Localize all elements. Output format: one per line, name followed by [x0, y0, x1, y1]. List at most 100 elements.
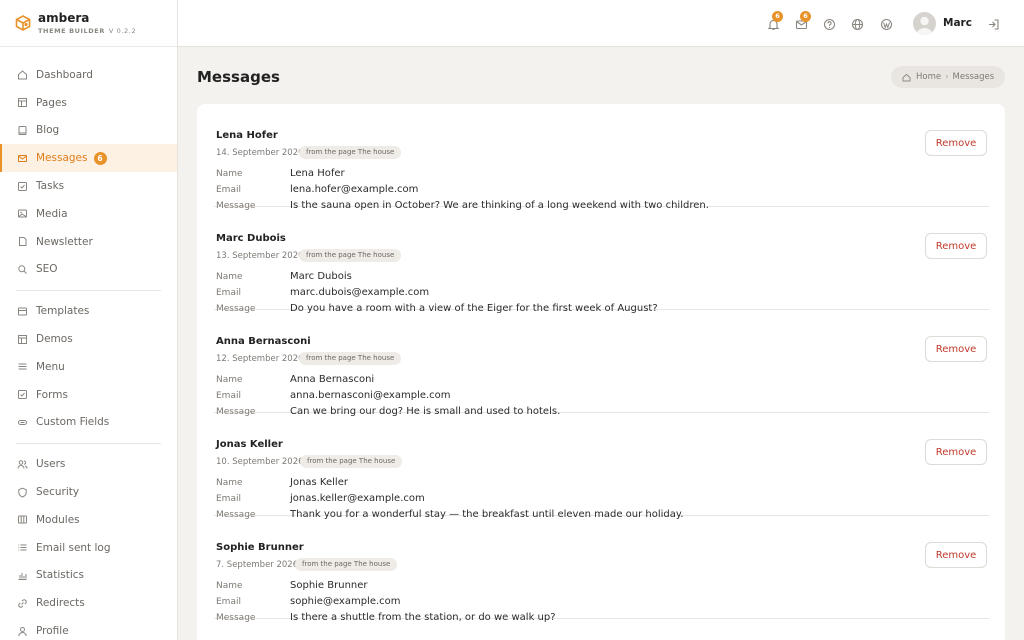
- sidebar-item-label: Profile: [36, 625, 69, 638]
- sidebar-divider: [16, 290, 161, 292]
- email-label: Email: [216, 494, 241, 504]
- breadcrumb-current: Messages: [952, 72, 995, 82]
- globe-icon: [851, 18, 864, 31]
- breadcrumb-home[interactable]: Home: [916, 72, 941, 82]
- page-title: Messages: [197, 68, 280, 86]
- email-label: Email: [216, 391, 241, 401]
- sidebar-item-label: Redirects: [36, 597, 85, 610]
- name-value: Lena Hofer: [290, 168, 345, 179]
- remove-button[interactable]: Remove: [925, 542, 987, 568]
- remove-button[interactable]: Remove: [925, 233, 987, 259]
- email-label: Email: [216, 185, 241, 195]
- name-value: Marc Dubois: [290, 271, 352, 282]
- sidebar-item-profile[interactable]: Profile: [0, 617, 177, 640]
- wordpress-icon: [880, 18, 893, 31]
- sidebar-item-label: SEO: [36, 263, 58, 276]
- home-icon: [902, 73, 911, 81]
- message-source-tag: from the page The house: [299, 146, 402, 159]
- notifications-button[interactable]: 6: [767, 11, 783, 31]
- user-avatar-icon: [916, 16, 933, 35]
- home-icon: [18, 70, 27, 80]
- brand-subtitle-text: THEME BUILDER: [38, 26, 105, 35]
- help-button[interactable]: [823, 16, 836, 31]
- message-date: 13. September 2026: [216, 251, 304, 261]
- checkbox-icon: [18, 390, 27, 400]
- template-icon: [18, 307, 27, 316]
- name-label: Name: [216, 375, 243, 385]
- sidebar-item-pages[interactable]: Pages: [0, 89, 177, 117]
- name-value: Anna Bernasconi: [290, 374, 375, 385]
- sidebar-item-tasks[interactable]: Tasks: [0, 172, 177, 200]
- sidebar-item-label: Forms: [36, 388, 68, 401]
- inbox-button[interactable]: 6: [795, 11, 811, 30]
- sidebar-item-label: Statistics: [36, 569, 84, 582]
- remove-button[interactable]: Remove: [925, 336, 987, 362]
- breadcrumb-separator: ›: [945, 72, 949, 82]
- sidebar-item-redirects[interactable]: Redirects: [0, 589, 177, 617]
- sidebar-item-menu[interactable]: Menu: [0, 353, 177, 381]
- avatar[interactable]: [913, 12, 936, 35]
- sidebar-item-label: Media: [36, 207, 68, 220]
- sidebar-item-label: Users: [36, 458, 66, 471]
- sidebar-item-dashboard[interactable]: Dashboard: [0, 61, 177, 89]
- users-icon: [17, 459, 28, 469]
- sidebar-item-statistics[interactable]: Statistics: [0, 562, 177, 590]
- sidebar-item-custom-fields[interactable]: Custom Fields: [0, 409, 177, 437]
- remove-button[interactable]: Remove: [925, 130, 987, 156]
- sidebar-item-blog[interactable]: Blog: [0, 117, 177, 145]
- message-item: Sophie Brunner 7. September 2026 from the …: [214, 516, 989, 623]
- brand-subtitle: THEME BUILDER V 0.2.2: [38, 27, 136, 35]
- name-value: Sophie Brunner: [290, 580, 368, 591]
- messages-card: Lena Hofer 14. September 2026 from the pag…: [197, 104, 1005, 640]
- name-label: Name: [216, 581, 243, 591]
- sidebar-item-forms[interactable]: Forms: [0, 381, 177, 409]
- layout-icon: [18, 98, 27, 108]
- user-name[interactable]: Marc: [943, 17, 972, 29]
- sidebar-item-security[interactable]: Security: [0, 478, 177, 506]
- email-value[interactable]: anna.bernasconi@example.com: [290, 390, 451, 401]
- email-value[interactable]: marc.dubois@example.com: [290, 287, 429, 298]
- brand-version: V 0.2.2: [108, 26, 137, 35]
- field-icon: [18, 419, 27, 425]
- sidebar-item-media[interactable]: Media: [0, 200, 177, 228]
- name-label: Name: [216, 272, 243, 282]
- sidebar-item-demos[interactable]: Demos: [0, 325, 177, 353]
- sidebar-item-label: Blog: [36, 124, 60, 137]
- brand-name: ambera: [38, 10, 90, 25]
- sidebar-divider: [16, 443, 161, 445]
- message-date: 7. September 2026: [216, 560, 299, 570]
- brand[interactable]: ambera THEME BUILDER V 0.2.2: [0, 0, 177, 47]
- sidebar-item-label: Custom Fields: [36, 416, 110, 429]
- email-value[interactable]: sophie@example.com: [290, 596, 401, 607]
- messages-count-badge: 6: [800, 11, 811, 22]
- message-source-tag: from the page The house: [299, 352, 402, 365]
- sidebar-item-modules[interactable]: Modules: [0, 506, 177, 534]
- search-icon: [18, 265, 27, 274]
- email-label: Email: [216, 597, 241, 607]
- cube-logo-icon: [15, 15, 31, 31]
- language-button[interactable]: [851, 16, 864, 31]
- email-value[interactable]: jonas.keller@example.com: [290, 493, 425, 504]
- email-label: Email: [216, 288, 241, 298]
- checkbox-icon: [18, 181, 27, 191]
- remove-button[interactable]: Remove: [925, 439, 987, 465]
- logout-button[interactable]: [987, 16, 1000, 30]
- sidebar-item-newsletter[interactable]: Newsletter: [0, 228, 177, 256]
- wordpress-button[interactable]: [880, 16, 893, 31]
- topbar: 6 6 Marc: [178, 0, 1024, 47]
- sidebar-item-badge: 6: [93, 151, 107, 165]
- shield-icon: [18, 487, 27, 498]
- sidebar-item-email-sent-log[interactable]: Email sent log: [0, 534, 177, 562]
- sidebar-item-seo[interactable]: SEO: [0, 256, 177, 284]
- email-value[interactable]: lena.hofer@example.com: [290, 184, 418, 195]
- logout-icon: [989, 19, 999, 30]
- sidebar-item-templates[interactable]: Templates: [0, 297, 177, 325]
- sidebar-item-users[interactable]: Users: [0, 450, 177, 478]
- sidebar-nav: Dashboard Pages Blog Messages 6 Tasks Media New…: [0, 47, 177, 640]
- sidebar-item-messages[interactable]: Messages 6: [0, 144, 177, 173]
- image-icon: [18, 209, 27, 218]
- message-sender-name: Jonas Keller: [216, 439, 283, 450]
- mail-icon: [18, 154, 27, 162]
- book-icon: [18, 125, 27, 135]
- document-icon: [19, 237, 27, 247]
